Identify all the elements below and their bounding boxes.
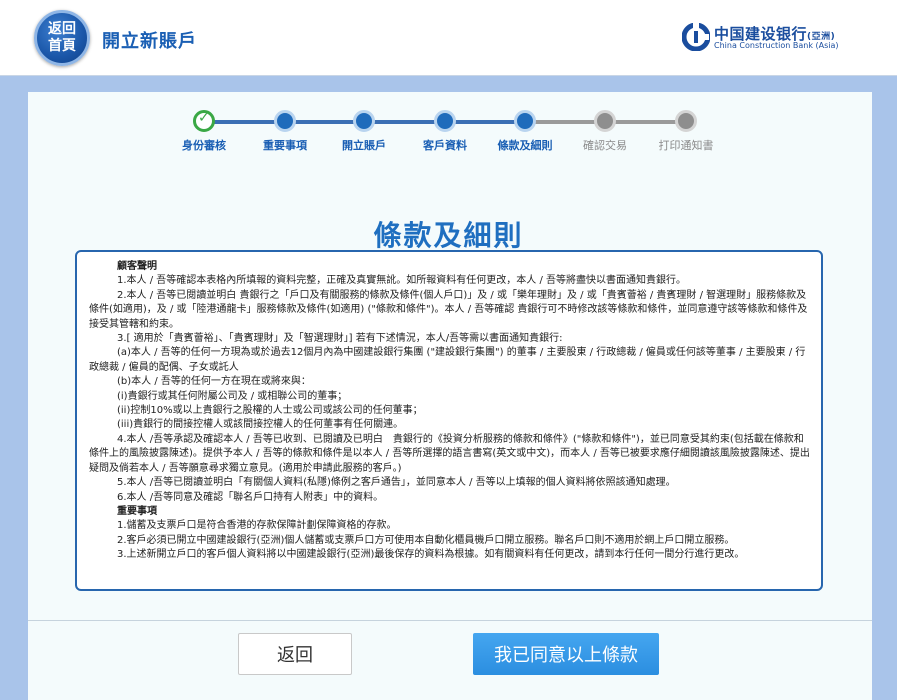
step-5-label: 條款及細則 bbox=[497, 139, 553, 152]
terms-content: 顧客聲明 1.本人 / 吾等確認本表格內所填報的資料完整，正確及真實無訛。如所報… bbox=[89, 260, 811, 588]
progress-stepper: ✓ 身份審核 重要事項 開立賬戶 客戶資料 條款及細則 確認交易 打印通知書 bbox=[170, 110, 730, 160]
home-button-line2: 首頁 bbox=[48, 38, 76, 54]
app-header: 返回 首頁 開立新賬戶 中国建设银行(亞洲) China Constructio… bbox=[0, 0, 897, 76]
important-item-3: 3.上述新開立戶口的客戶個人資料將以中國建設銀行(亞洲)最後保存的資料為根據。如… bbox=[117, 549, 745, 561]
step-6-dot bbox=[594, 110, 616, 132]
terms-para-3b-iii: (iii)貴銀行的間接控權人或該間接控權人的任何董事有任何關連。 bbox=[117, 419, 404, 431]
step-4-label: 客戶資料 bbox=[423, 139, 467, 152]
important-heading: 重要事項 bbox=[117, 505, 157, 517]
step-2-dot bbox=[274, 110, 296, 132]
ccb-logo-icon bbox=[682, 23, 710, 51]
terms-para-1: 1.本人 / 吾等確認本表格內所填報的資料完整，正確及真實無訛。如所報資料有任何… bbox=[117, 275, 686, 287]
terms-para-3b-i: (i)貴銀行或其任何附屬公司及 / 或相聯公司的董事； bbox=[117, 390, 348, 402]
page-title: 開立新賬戶 bbox=[102, 31, 197, 52]
terms-para-3a: (a)本人 / 吾等的任何一方現為或於過去12個月內為中國建設銀行集團 ("建設… bbox=[89, 347, 806, 373]
section-title: 條款及細則 bbox=[373, 219, 524, 252]
step-2-label: 重要事項 bbox=[263, 139, 307, 152]
step-3-dot bbox=[353, 110, 375, 132]
terms-para-5: 5.本人 /吾等已閱讀並明白「有關個人資料(私隱)條例之客戶通告」，並同意本人 … bbox=[117, 477, 676, 489]
agree-terms-button[interactable]: 我已同意以上條款 bbox=[473, 633, 659, 675]
step-3-label: 開立賬戶 bbox=[342, 139, 386, 152]
important-item-2: 2.客戶必須已開立中國建設銀行(亞洲)個人儲蓄或支票戶口方可使用本自動化櫃員機戶… bbox=[117, 534, 735, 546]
bank-logo: 中国建设银行(亞洲) China Construction Bank (Asia… bbox=[682, 23, 872, 57]
terms-para-3: 3.[ 適用於「貴賓薈裕」、「貴賓理財」及「智選理財」] 若有下述情況，本人/吾… bbox=[117, 333, 563, 345]
terms-para-3b-ii: (ii)控制10%或以上貴銀行之股權的人士或公司或該公司的任何董事； bbox=[117, 405, 423, 417]
terms-para-6: 6.本人 /吾等同意及確認「聯名戶口持有人附表」中的資料。 bbox=[117, 491, 384, 503]
step-7-label: 打印通知書 bbox=[658, 139, 714, 152]
home-button[interactable]: 返回 首頁 bbox=[34, 10, 90, 66]
customer-declaration-heading: 顧客聲明 bbox=[117, 261, 157, 272]
step-1-label: 身份審核 bbox=[182, 139, 226, 152]
back-button[interactable]: 返回 bbox=[238, 633, 352, 675]
terms-para-3b: (b)本人 / 吾等的任何一方在現在或將來與： bbox=[117, 376, 311, 388]
home-button-line1: 返回 bbox=[48, 21, 76, 37]
bank-name-en: China Construction Bank (Asia) bbox=[714, 41, 839, 50]
step-7-dot bbox=[675, 110, 697, 132]
terms-scroll-box[interactable]: 顧客聲明 1.本人 / 吾等確認本表格內所填報的資料完整，正確及真實無訛。如所報… bbox=[75, 250, 823, 591]
step-5-dot bbox=[514, 110, 536, 132]
important-item-1: 1.儲蓄及支票戶口是符合香港的存款保障計劃保障資格的存款。 bbox=[117, 520, 397, 532]
step-6-label: 確認交易 bbox=[583, 139, 627, 152]
terms-para-2: 2.本人 / 吾等已閱讀並明白 貴銀行之「戶口及有關服務的條款及條件(個人戶口)… bbox=[89, 289, 808, 330]
terms-para-4: 4.本人 /吾等承認及確認本人 / 吾等已收到、已閱讀及已明白 貴銀行的《投資分… bbox=[89, 433, 810, 474]
step-1-check-icon: ✓ bbox=[193, 110, 215, 132]
footer-divider bbox=[28, 620, 872, 621]
step-4-dot bbox=[434, 110, 456, 132]
